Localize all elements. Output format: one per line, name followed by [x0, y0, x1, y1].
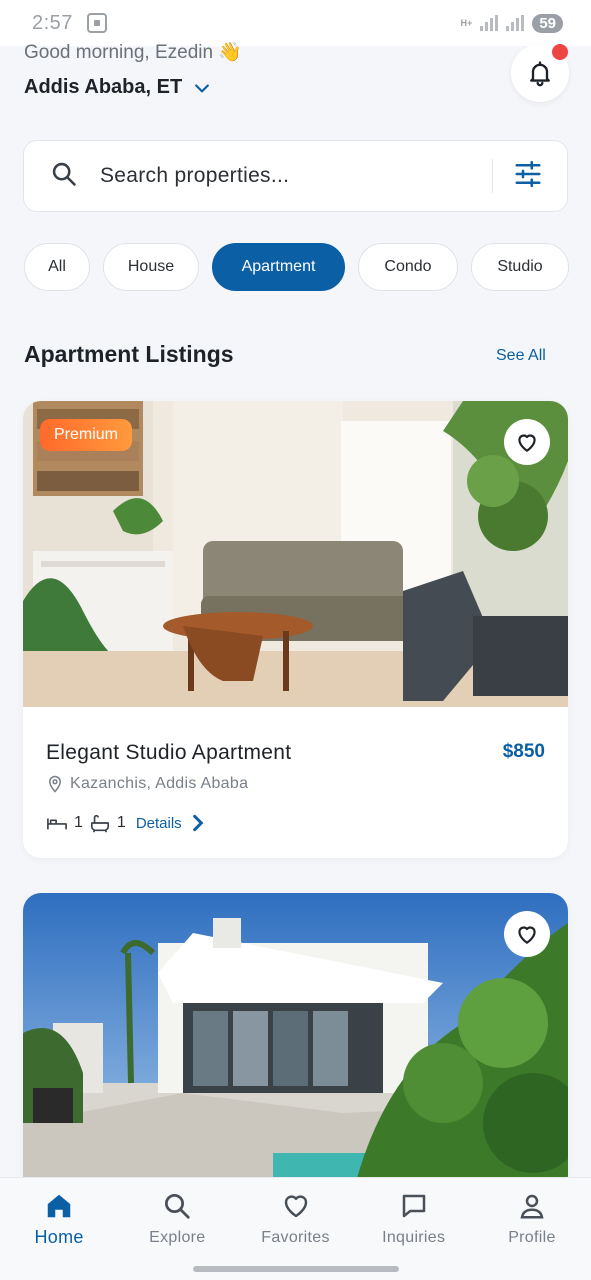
chip-house[interactable]: House	[103, 243, 199, 291]
nav-profile-label: Profile	[508, 1229, 556, 1246]
nav-favorites[interactable]: Favorites	[236, 1178, 354, 1280]
nav-home[interactable]: Home	[0, 1178, 118, 1280]
listing-info: Elegant Studio Apartment $850 Kazanchis,…	[23, 707, 568, 858]
home-indicator	[193, 1266, 399, 1272]
listing-location: Kazanchis, Addis Ababa	[46, 775, 248, 793]
signal-icon	[480, 15, 499, 31]
search-bar[interactable]: Search properties...	[23, 140, 568, 212]
search-icon	[165, 1194, 190, 1219]
home-icon	[47, 1194, 71, 1218]
heart-icon	[284, 1195, 307, 1218]
location-selector[interactable]: Addis Ababa, ET	[24, 76, 212, 99]
bed-count: 1	[74, 814, 83, 831]
search-icon	[50, 160, 78, 193]
status-time: 2:57	[32, 11, 73, 34]
chip-studio[interactable]: Studio	[471, 243, 569, 291]
listing-photo: Premium	[23, 401, 568, 707]
nav-inquiries-label: Inquiries	[382, 1229, 446, 1246]
section-title: Apartment Listings	[24, 341, 234, 367]
data-indicator: H+	[460, 17, 473, 28]
listing-photo	[23, 893, 568, 1193]
location-label: Addis Ababa, ET	[24, 76, 183, 98]
chevron-right-icon	[192, 814, 204, 832]
details-label: Details	[135, 814, 182, 832]
nav-favorites-label: Favorites	[261, 1229, 330, 1246]
house-photo	[23, 893, 568, 1193]
location-pin-icon	[48, 775, 62, 793]
nav-profile[interactable]: Profile	[473, 1178, 591, 1280]
details-link[interactable]: Details	[136, 813, 209, 833]
listing-location-text: Kazanchis, Addis Ababa	[70, 775, 249, 792]
search-input[interactable]: Search properties...	[100, 164, 492, 188]
favorite-button[interactable]	[504, 419, 550, 465]
bottom-navigation: Home Explore Favorites Inquiries Profile	[0, 1177, 591, 1280]
battery-level: 59	[532, 13, 563, 33]
bath-icon	[90, 814, 109, 833]
listing-title: Elegant Studio Apartment	[46, 741, 292, 764]
listing-card[interactable]: Premium Elegant Studio Apartment $850 Ka…	[23, 401, 568, 858]
bell-icon	[530, 61, 550, 87]
sliders-icon[interactable]	[513, 159, 543, 194]
nav-inquiries[interactable]: Inquiries	[355, 1178, 473, 1280]
listing-card[interactable]	[23, 893, 568, 1193]
nav-home-label: Home	[34, 1227, 84, 1247]
listing-price: $850	[502, 741, 545, 762]
bed-icon	[47, 818, 67, 830]
see-all-link[interactable]: See All	[496, 347, 546, 365]
bath-count: 1	[116, 814, 126, 831]
chat-icon	[402, 1194, 425, 1218]
greeting-text: Good morning, Ezedin 👋	[24, 42, 242, 63]
user-icon	[520, 1194, 544, 1219]
notification-badge	[552, 44, 568, 60]
heart-icon	[518, 926, 536, 944]
chevron-down-icon	[195, 83, 210, 92]
premium-badge: Premium	[40, 419, 133, 451]
nav-explore-label: Explore	[149, 1229, 206, 1246]
listing-features: 1 1 Details	[46, 813, 209, 833]
heart-icon	[518, 434, 536, 452]
favorite-button[interactable]	[504, 911, 550, 957]
search-divider	[492, 159, 493, 193]
category-chips: All House Apartment Condo Studio	[24, 243, 569, 291]
chip-apartment[interactable]: Apartment	[212, 243, 345, 291]
screen-record-icon	[86, 13, 107, 33]
signal-icon-secondary	[506, 15, 525, 31]
chip-all[interactable]: All	[24, 243, 90, 291]
notifications-button[interactable]	[511, 44, 569, 102]
chip-condo[interactable]: Condo	[358, 243, 458, 291]
status-icons: H+ 59	[460, 13, 563, 33]
nav-explore[interactable]: Explore	[118, 1178, 236, 1280]
